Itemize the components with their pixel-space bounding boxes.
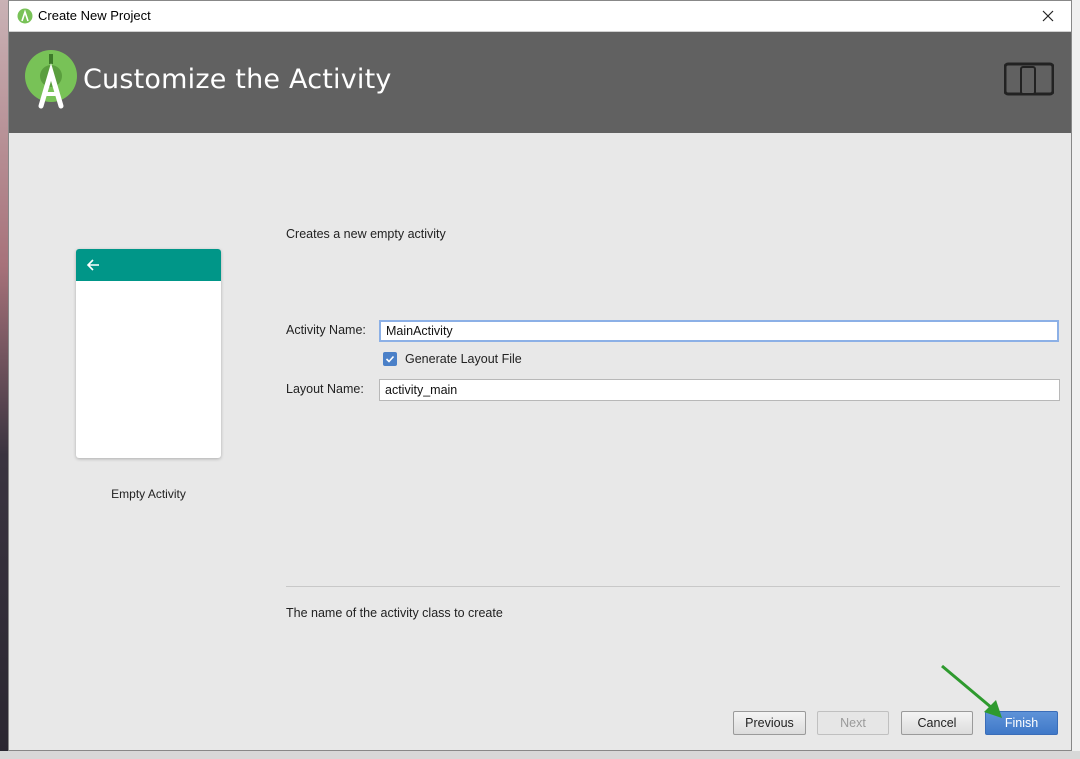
cancel-button-label: Cancel xyxy=(917,716,957,730)
generate-layout-checkbox[interactable] xyxy=(383,352,397,366)
activity-name-input[interactable]: MainActivity xyxy=(379,320,1059,342)
preview-label: Empty Activity xyxy=(111,487,186,501)
finish-button[interactable]: Finish xyxy=(985,711,1058,735)
generate-layout-label: Generate Layout File xyxy=(405,352,522,366)
close-icon xyxy=(1042,10,1054,22)
divider xyxy=(286,586,1060,587)
activity-preview xyxy=(76,249,221,458)
close-button[interactable] xyxy=(1025,1,1071,31)
layout-name-input[interactable]: activity_main xyxy=(379,379,1060,401)
generate-layout-checkbox-row[interactable]: Generate Layout File xyxy=(383,352,522,366)
android-studio-logo-icon xyxy=(25,50,77,109)
layout-name-label: Layout Name: xyxy=(286,382,364,396)
activity-description: Creates a new empty activity xyxy=(286,227,446,241)
preview-app-bar xyxy=(76,249,221,281)
field-hint: The name of the activity class to create xyxy=(286,606,503,620)
cancel-button[interactable]: Cancel xyxy=(901,711,973,735)
back-arrow-icon xyxy=(86,259,99,271)
create-project-dialog: Create New Project Customize the Activit… xyxy=(8,0,1072,751)
previous-button-label: Previous xyxy=(745,716,794,730)
device-icon xyxy=(1004,62,1054,96)
desktop-taskbar-strip xyxy=(0,751,1080,759)
finish-button-label: Finish xyxy=(1004,716,1039,730)
next-button-label: Next xyxy=(840,716,866,730)
title-bar: Create New Project xyxy=(9,1,1071,32)
previous-button[interactable]: Previous xyxy=(733,711,806,735)
activity-name-label: Activity Name: xyxy=(286,323,366,337)
next-button[interactable]: Next xyxy=(817,711,889,735)
page-heading: Customize the Activity xyxy=(83,64,392,95)
android-studio-icon xyxy=(17,8,33,24)
wizard-header: Customize the Activity xyxy=(9,32,1071,133)
window-title: Create New Project xyxy=(38,8,151,23)
checkmark-icon xyxy=(385,355,395,363)
